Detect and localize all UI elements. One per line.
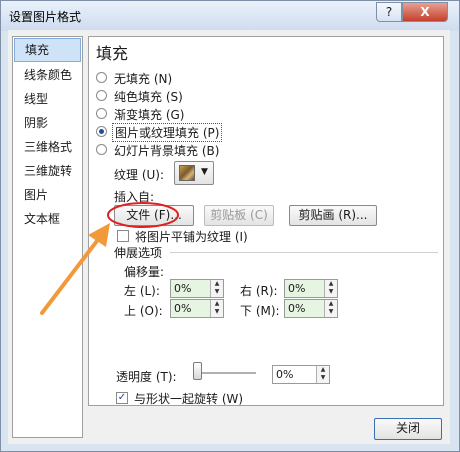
bottom-offset-value: 0% — [288, 302, 306, 315]
picture-texture-fill-label: 图片或纹理填充 (P) — [112, 123, 223, 142]
tile-label: 将图片平铺为纹理 (I) — [135, 230, 248, 244]
no-fill-radio[interactable] — [96, 72, 107, 83]
spinner-arrows-icon[interactable]: ▲ ▼ — [316, 366, 329, 383]
rotate-with-shape-label: 与形状一起旋转 (W) — [134, 392, 244, 406]
offset-label: 偏移量: — [124, 265, 165, 279]
clipboard-button[interactable]: 剪贴板 (C) — [204, 205, 274, 226]
no-fill-label: 无填充 (N) — [114, 72, 173, 86]
top-offset-value: 0% — [174, 302, 192, 315]
close-button[interactable]: 关闭 — [374, 418, 442, 440]
transparency-spinner[interactable]: 0% ▲ ▼ — [272, 365, 330, 384]
panel-heading: 填充 — [96, 44, 129, 63]
gradient-fill-radio[interactable] — [96, 108, 107, 119]
bottom-offset-spinner[interactable]: 0% ▲ ▼ — [284, 299, 338, 318]
nav-item-fill[interactable]: 填充 — [14, 38, 81, 62]
texture-swatch-icon — [179, 165, 195, 181]
annotation-arrow-icon — [40, 223, 110, 315]
nav-item-line-style[interactable]: 线型 — [13, 87, 82, 111]
spinner-arrows-icon[interactable]: ▲ ▼ — [324, 280, 337, 297]
spinner-arrows-icon[interactable]: ▲ ▼ — [210, 280, 223, 297]
right-offset-spinner[interactable]: 0% ▲ ▼ — [284, 279, 338, 298]
transparency-value: 0% — [276, 368, 294, 381]
nav-item-3d-format[interactable]: 三维格式 — [13, 135, 82, 159]
nav-item-3d-rotation[interactable]: 三维旋转 — [13, 159, 82, 183]
slide-background-fill-option[interactable]: 幻灯片背景填充 (B) — [96, 142, 296, 158]
solid-fill-option[interactable]: 纯色填充 (S) — [96, 88, 296, 104]
texture-label: 纹理 (U): — [114, 168, 165, 182]
right-offset-value: 0% — [288, 282, 306, 295]
slide-background-fill-label: 幻灯片背景填充 (B) — [114, 144, 220, 158]
dialog-title: 设置图片格式 — [9, 10, 82, 24]
nav-item-picture[interactable]: 图片 — [13, 183, 82, 207]
top-offset-spinner[interactable]: 0% ▲ ▼ — [170, 299, 224, 318]
spinner-arrows-icon[interactable]: ▲ ▼ — [210, 300, 223, 317]
nav-item-shadow[interactable]: 阴影 — [13, 111, 82, 135]
clipart-button[interactable]: 剪贴画 (R)... — [289, 205, 377, 226]
nav-item-line-color[interactable]: 线条颜色 — [13, 63, 82, 87]
right-offset-label: 右 (R): — [240, 284, 278, 298]
gradient-fill-label: 渐变填充 (G) — [114, 108, 185, 122]
section-divider — [170, 252, 438, 253]
window-close-button[interactable]: X — [402, 2, 448, 22]
rotate-with-shape-checkbox[interactable]: ✓ — [116, 392, 128, 404]
texture-dropdown[interactable]: ▼ — [174, 161, 214, 185]
left-offset-spinner[interactable]: 0% ▲ ▼ — [170, 279, 224, 298]
spinner-arrows-icon[interactable]: ▲ ▼ — [324, 300, 337, 317]
solid-fill-label: 纯色填充 (S) — [114, 90, 183, 104]
transparency-slider-track[interactable] — [196, 372, 256, 374]
no-fill-option[interactable]: 无填充 (N) — [96, 70, 296, 86]
left-offset-value: 0% — [174, 282, 192, 295]
title-bar: 设置图片格式 ? X — [1, 1, 459, 31]
picture-texture-fill-option[interactable]: 图片或纹理填充 (P) — [96, 123, 296, 142]
help-button[interactable]: ? — [376, 2, 402, 22]
gradient-fill-option[interactable]: 渐变填充 (G) — [96, 106, 296, 122]
solid-fill-radio[interactable] — [96, 90, 107, 101]
chevron-down-icon: ▼ — [201, 167, 208, 177]
transparency-label: 透明度 (T): — [116, 370, 177, 384]
transparency-slider-thumb[interactable] — [193, 362, 202, 380]
slide-background-fill-radio[interactable] — [96, 144, 107, 155]
picture-texture-fill-radio[interactable] — [96, 126, 107, 137]
bottom-offset-label: 下 (M): — [240, 304, 280, 318]
